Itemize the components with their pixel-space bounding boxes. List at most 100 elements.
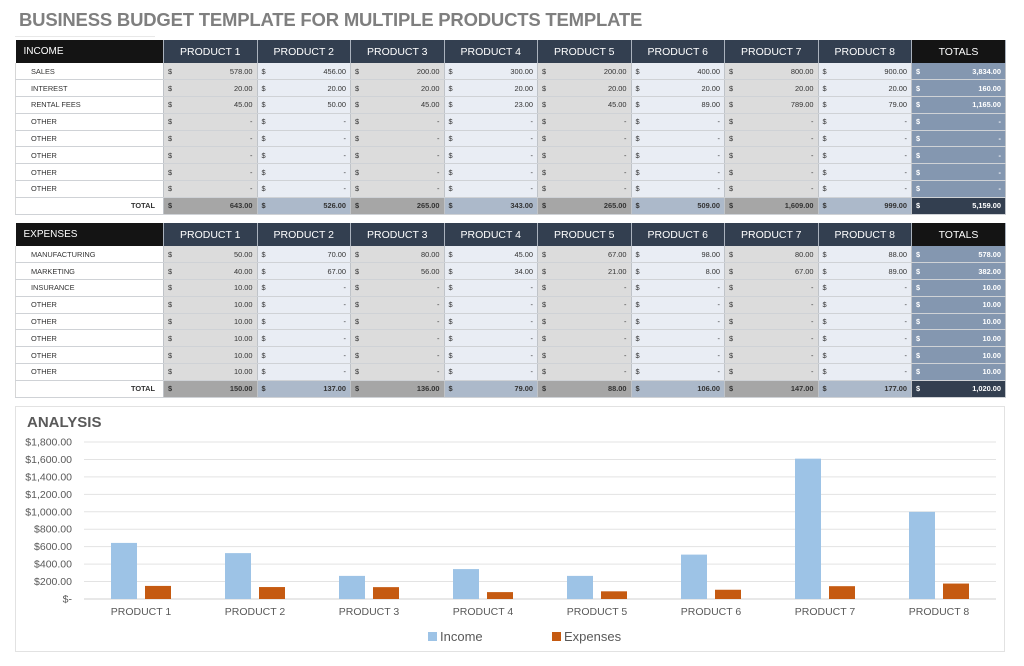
value-cell[interactable]: $1,609.00 — [724, 197, 819, 215]
value-cell[interactable]: $136.00 — [350, 380, 445, 398]
value-cell[interactable]: $ - — [818, 180, 912, 198]
row-total-cell[interactable]: $10.00 — [911, 329, 1006, 348]
row-total-cell[interactable]: $1,020.00 — [911, 380, 1006, 398]
row-label[interactable]: OTHER — [15, 113, 164, 131]
value-cell[interactable]: $ - — [350, 363, 445, 381]
value-cell[interactable]: $789.00 — [724, 96, 819, 114]
row-label[interactable]: INTEREST — [15, 79, 164, 98]
value-cell[interactable]: $ - — [537, 163, 632, 182]
value-cell[interactable]: $999.00 — [818, 197, 912, 215]
value-cell[interactable]: $200.00 — [350, 63, 445, 81]
value-cell[interactable]: $ - — [537, 363, 632, 381]
value-cell[interactable]: $265.00 — [537, 197, 632, 215]
value-cell[interactable]: $526.00 — [257, 197, 351, 215]
value-cell[interactable]: $ - — [724, 363, 819, 381]
row-total-cell[interactable]: $ - — [911, 180, 1006, 198]
row-total-cell[interactable]: $ - — [911, 113, 1006, 131]
row-total-cell[interactable]: $10.00 — [911, 279, 1006, 297]
row-total-cell[interactable]: $ - — [911, 163, 1006, 182]
value-cell[interactable]: $ - — [724, 313, 819, 331]
row-label[interactable]: INSURANCE — [15, 279, 164, 297]
value-cell[interactable]: $ - — [724, 329, 819, 348]
value-cell[interactable]: $ - — [257, 163, 351, 182]
value-cell[interactable]: $ - — [537, 346, 632, 365]
value-cell[interactable]: $ - — [818, 146, 912, 165]
value-cell[interactable]: $ - — [350, 113, 445, 131]
value-cell[interactable]: $ - — [631, 313, 725, 331]
value-cell[interactable]: $50.00 — [257, 96, 351, 114]
value-cell[interactable]: $23.00 — [444, 96, 538, 114]
value-cell[interactable]: $ - — [350, 146, 445, 165]
row-label[interactable]: OTHER — [15, 329, 164, 348]
row-label[interactable]: SALES — [15, 63, 164, 81]
value-cell[interactable]: $10.00 — [163, 329, 258, 348]
value-cell[interactable]: $ - — [257, 130, 351, 148]
value-cell[interactable]: $ - — [350, 329, 445, 348]
value-cell[interactable]: $ - — [631, 146, 725, 165]
value-cell[interactable]: $ - — [257, 346, 351, 365]
value-cell[interactable]: $20.00 — [818, 79, 912, 98]
row-total-cell[interactable]: $5,159.00 — [911, 197, 1006, 215]
value-cell[interactable]: $80.00 — [724, 246, 819, 264]
value-cell[interactable]: $ - — [257, 113, 351, 131]
value-cell[interactable]: $ - — [350, 163, 445, 182]
value-cell[interactable]: $56.00 — [350, 262, 445, 281]
value-cell[interactable]: $ - — [444, 163, 538, 182]
value-cell[interactable]: $200.00 — [537, 63, 632, 81]
value-cell[interactable]: $ - — [631, 113, 725, 131]
value-cell[interactable]: $ - — [257, 180, 351, 198]
value-cell[interactable]: $ - — [257, 313, 351, 331]
value-cell[interactable]: $ - — [350, 346, 445, 365]
value-cell[interactable]: $10.00 — [163, 296, 258, 314]
value-cell[interactable]: $643.00 — [163, 197, 258, 215]
value-cell[interactable]: $10.00 — [163, 346, 258, 365]
value-cell[interactable]: $ - — [537, 113, 632, 131]
row-total-cell[interactable]: $10.00 — [911, 346, 1006, 365]
value-cell[interactable]: $ - — [163, 180, 258, 198]
value-cell[interactable]: $ - — [350, 279, 445, 297]
value-cell[interactable]: $ - — [818, 313, 912, 331]
value-cell[interactable]: $ - — [537, 296, 632, 314]
value-cell[interactable]: $137.00 — [257, 380, 351, 398]
value-cell[interactable]: $ - — [724, 279, 819, 297]
value-cell[interactable]: $147.00 — [724, 380, 819, 398]
value-cell[interactable]: $45.00 — [537, 96, 632, 114]
value-cell[interactable]: $10.00 — [163, 363, 258, 381]
value-cell[interactable]: $ - — [257, 279, 351, 297]
value-cell[interactable]: $ - — [724, 163, 819, 182]
value-cell[interactable]: $ - — [257, 363, 351, 381]
value-cell[interactable]: $ - — [818, 363, 912, 381]
row-total-cell[interactable]: $160.00 — [911, 79, 1006, 98]
value-cell[interactable]: $ - — [818, 113, 912, 131]
value-cell[interactable]: $578.00 — [163, 63, 258, 81]
value-cell[interactable]: $ - — [724, 130, 819, 148]
value-cell[interactable]: $ - — [724, 180, 819, 198]
row-label[interactable]: OTHER — [15, 180, 164, 198]
value-cell[interactable]: $ - — [537, 279, 632, 297]
value-cell[interactable]: $50.00 — [163, 246, 258, 264]
value-cell[interactable]: $ - — [257, 146, 351, 165]
value-cell[interactable]: $265.00 — [350, 197, 445, 215]
value-cell[interactable]: $ - — [444, 113, 538, 131]
row-label[interactable]: OTHER — [15, 346, 164, 365]
value-cell[interactable]: $ - — [257, 296, 351, 314]
value-cell[interactable]: $45.00 — [350, 96, 445, 114]
value-cell[interactable]: $ - — [818, 130, 912, 148]
value-cell[interactable]: $88.00 — [818, 246, 912, 264]
value-cell[interactable]: $ - — [350, 296, 445, 314]
value-cell[interactable]: $ - — [818, 329, 912, 348]
value-cell[interactable]: $ - — [257, 329, 351, 348]
value-cell[interactable]: $79.00 — [444, 380, 538, 398]
value-cell[interactable]: $ - — [350, 313, 445, 331]
value-cell[interactable]: $20.00 — [350, 79, 445, 98]
value-cell[interactable]: $ - — [163, 113, 258, 131]
value-cell[interactable]: $ - — [631, 329, 725, 348]
row-label[interactable]: TOTAL — [15, 197, 164, 215]
value-cell[interactable]: $67.00 — [724, 262, 819, 281]
value-cell[interactable]: $20.00 — [631, 79, 725, 98]
value-cell[interactable]: $70.00 — [257, 246, 351, 264]
value-cell[interactable]: $80.00 — [350, 246, 445, 264]
value-cell[interactable]: $ - — [444, 346, 538, 365]
value-cell[interactable]: $ - — [631, 279, 725, 297]
value-cell[interactable]: $20.00 — [444, 79, 538, 98]
